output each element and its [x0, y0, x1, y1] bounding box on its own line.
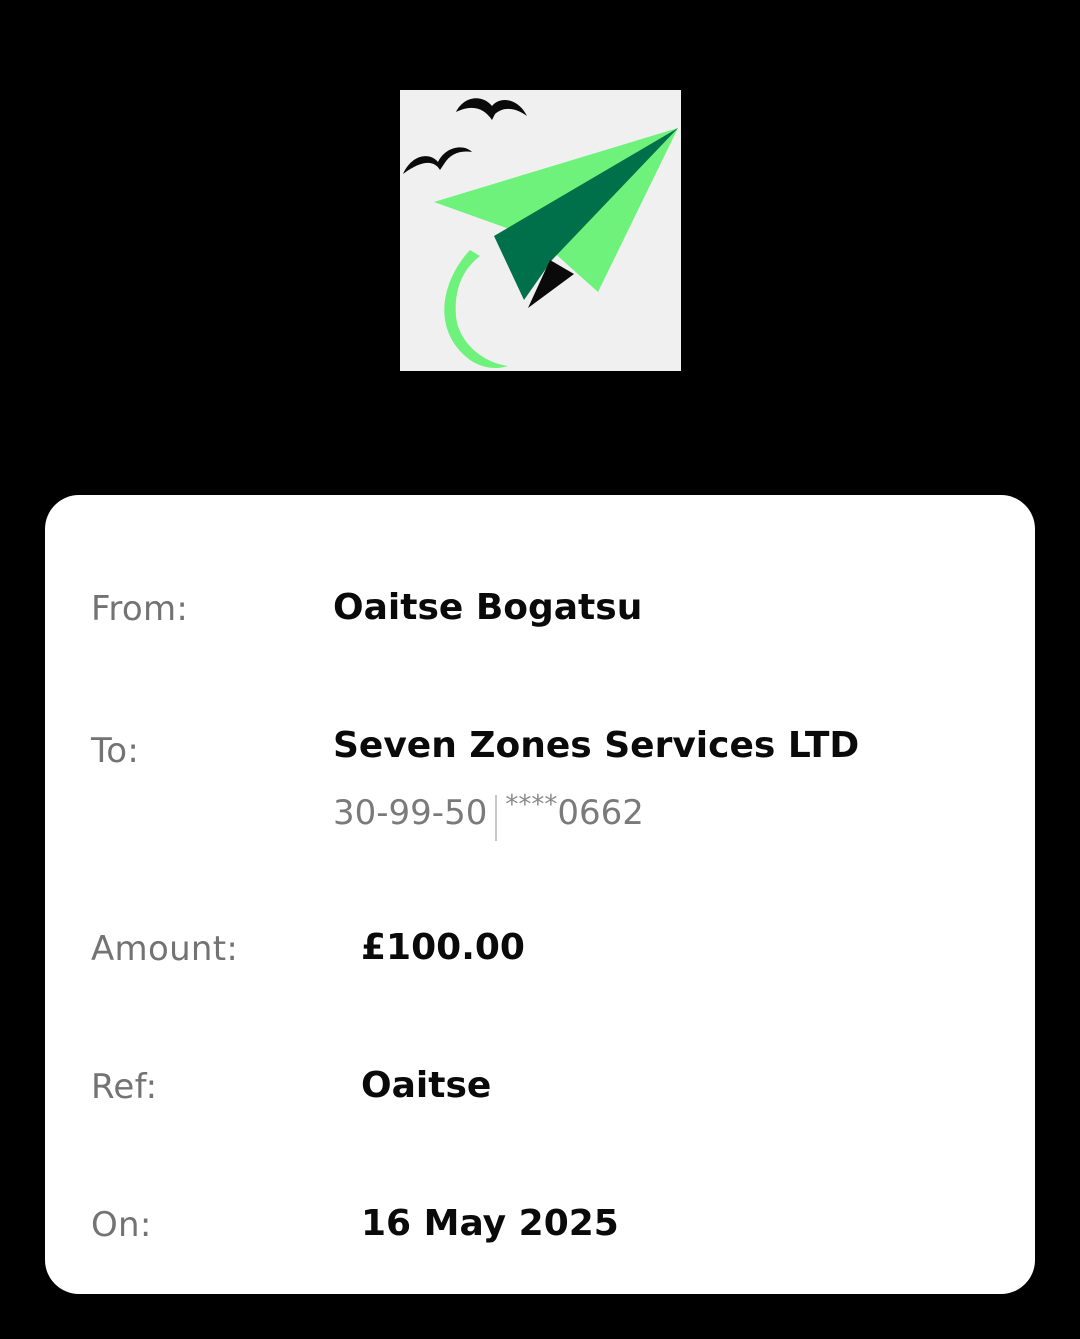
from-value: Oaitse Bogatsu	[333, 587, 643, 628]
to-label: To:	[91, 731, 140, 771]
account-details: 30-99-50 **** 0662	[333, 785, 644, 841]
sort-code: 30-99-50	[333, 793, 488, 833]
ref-value: Oaitse	[361, 1065, 492, 1106]
transfer-details-card: From: Oaitse Bogatsu To: Seven Zones Ser…	[45, 495, 1035, 1294]
amount-value: £100.00	[361, 927, 525, 968]
to-value: Seven Zones Services LTD	[333, 725, 860, 766]
on-label: On:	[91, 1205, 152, 1245]
paper-plane-logo	[400, 90, 681, 371]
separator	[495, 795, 498, 841]
paper-plane-icon	[400, 90, 681, 371]
on-value: 16 May 2025	[361, 1203, 619, 1244]
amount-label: Amount:	[91, 929, 239, 969]
account-mask: ****	[505, 790, 558, 820]
ref-label: Ref:	[91, 1067, 158, 1107]
from-label: From:	[91, 589, 189, 629]
account-last4: 0662	[557, 793, 644, 833]
